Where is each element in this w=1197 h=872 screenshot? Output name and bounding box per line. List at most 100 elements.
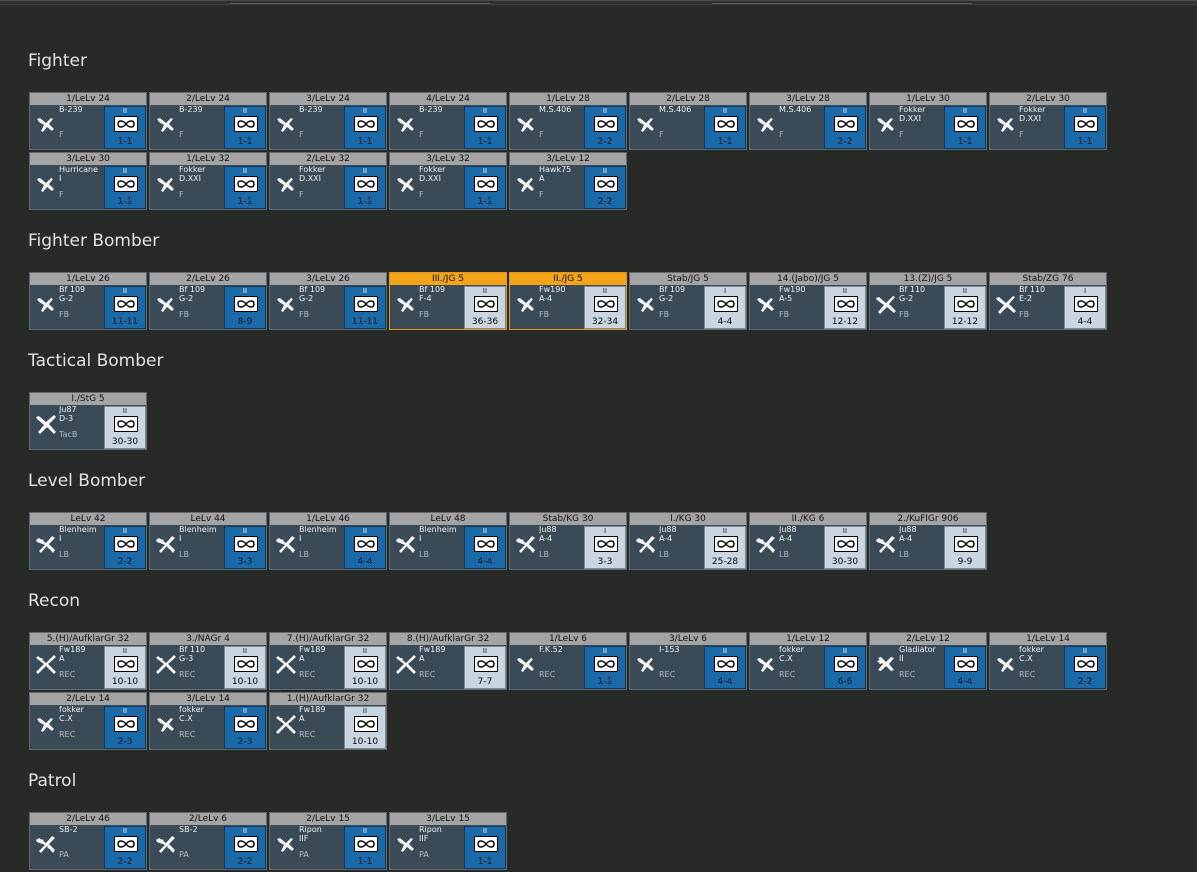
unit-card[interactable]: 14.(Jabo)/JG 5 Fw190 A-5 FB II 12-12 [749,272,867,330]
unit-card[interactable]: 3/LeLv 12 Hawk75 A F II 2-2 [509,152,627,210]
unit-card[interactable]: 5.(H)/AufklarGr 32 Fw189 A REC II 10-10 [29,632,147,690]
unit-card[interactable]: 1/LeLv 28 M.S.406 F II 2-2 [509,92,627,150]
unit-size-marker: II [602,287,608,295]
unit-name: 13.(Z)/JG 5 [870,273,986,285]
air-unit-symbol-icon [354,116,378,132]
unit-card[interactable]: 2/LeLv 6 SB-2 PA II 2-2 [149,812,267,870]
unit-card[interactable]: 2/LeLv 12 Gladiator II REC II 4-4 [869,632,987,690]
unit-card[interactable]: 2/LeLv 28 M.S.406 F II 1-1 [629,92,747,150]
unit-role: PA [299,850,309,859]
unit-card[interactable]: 3/LeLv 24 B-239 F II 1-1 [269,92,387,150]
unit-card[interactable]: 8.(H)/AufklarGr 32 Fw189 A REC II 7-7 [389,632,507,690]
air-unit-symbol-icon [1074,116,1098,132]
unit-card[interactable]: 3/LeLv 26 Bf 109 G-2 FB II 11-11 [269,272,387,330]
unit-strength: 1-1 [957,137,973,147]
unit-card[interactable]: Stab/ZG 76 Bf 110 E-2 FB I 4-4 [989,272,1107,330]
unit-card[interactable]: 1.(H)/AufklarGr 32 Fw189 A REC II 10-10 [269,692,387,750]
air-unit-symbol-icon [834,656,858,672]
fighter-plane-icon [514,112,538,136]
unit-name: Stab/ZG 76 [990,273,1106,285]
unit-card[interactable]: 3./NAGr 4 Bf 110 G-3 REC II 10-10 [149,632,267,690]
unit-card[interactable]: Stab/JG 5 Bf 109 G-2 FB I 4-4 [629,272,747,330]
twin-engine-plane-icon [994,292,1018,316]
unit-counter: II 6-6 [824,646,866,689]
unit-card[interactable]: Stab/KG 30 Ju88 A-4 LB I 3-3 [509,512,627,570]
unit-card[interactable]: 1/LeLv 12 fokker C.X REC II 6-6 [749,632,867,690]
unit-card[interactable]: 2/LeLv 26 Bf 109 G-2 FB II 8-9 [149,272,267,330]
unit-card[interactable]: 1/LeLv 30 Fokker D.XXI F II 1-1 [869,92,987,150]
unit-card[interactable]: LeLv 44 Blenheim I LB II 3-3 [149,512,267,570]
unit-card[interactable]: 7.(H)/AufklarGr 32 Fw189 A REC II 10-10 [269,632,387,690]
unit-card[interactable]: 2/LeLv 30 Fokker D.XXI F II 1-1 [989,92,1107,150]
unit-name: II./JG 5 [510,273,626,285]
section-title: Recon [28,591,81,611]
unit-card[interactable]: 3/LeLv 6 I-153 REC II 4-4 [629,632,747,690]
air-unit-symbol-icon [234,296,258,312]
dive-bomber-icon [34,412,58,436]
unit-card[interactable]: LeLv 48 Blenheim I LB II 4-4 [389,512,507,570]
unit-card[interactable]: 2/LeLv 24 B-239 F II 1-1 [149,92,267,150]
fighter-plane-icon [754,652,778,676]
unit-card[interactable]: I./KG 30 Ju88 A-4 LB II 25-28 [629,512,747,570]
unit-card[interactable]: I./StG 5 Ju87 D-3 TacB II 30-30 [29,392,147,450]
unit-role: FB [659,310,670,319]
air-unit-symbol-icon [354,656,378,672]
air-unit-symbol-icon [594,116,618,132]
unit-card[interactable]: II./KG 6 Ju88 A-4 LB II 30-30 [749,512,867,570]
fighter-plane-icon [274,292,298,316]
unit-strength: 2-2 [597,197,613,207]
twin-engine-plane-icon [874,292,898,316]
unit-role: F [539,190,544,199]
unit-card[interactable]: 1/LeLv 24 B-239 F II 1-1 [29,92,147,150]
fighter-plane-icon [394,292,418,316]
air-units-screen: 1/LeLv 24 B-239 F II 1-1 2/LeLv 24 B-239 F II 1-1… [0,0,1197,872]
unit-card[interactable]: 3/LeLv 30 Hurricane I F II 1-1 [29,152,147,210]
unit-role: F [179,190,184,199]
unit-card[interactable]: 1/LeLv 14 fokker C.X REC II 2-2 [989,632,1107,690]
unit-card[interactable]: 13.(Z)/JG 5 Bf 110 G-2 FB II 12-12 [869,272,987,330]
unit-card[interactable]: 2/LeLv 46 SB-2 PA II 2-2 [29,812,147,870]
unit-card[interactable]: III./JG 5 Bf 109 F-4 FB II 36-36 [389,272,507,330]
unit-card[interactable]: 3/LeLv 32 Fokker D.XXI F II 1-1 [389,152,507,210]
unit-card[interactable]: 2/LeLv 15 Ripon IIF PA II 1-1 [269,812,387,870]
unit-size-marker: II [962,107,968,115]
unit-counter: II 12-12 [824,286,866,329]
unit-name: 2/LeLv 24 [150,93,266,105]
unit-card[interactable]: 4/LeLv 24 B-239 F II 1-1 [389,92,507,150]
unit-size-marker: II [722,107,728,115]
section-title: Level Bomber [28,471,146,491]
unit-size-marker: II [962,287,968,295]
unit-role: F [179,130,184,139]
unit-card[interactable]: 2/LeLv 32 Fokker D.XXI F II 1-1 [269,152,387,210]
unit-card[interactable]: 2/LeLv 14 fokker C.X REC II 2-3 [29,692,147,750]
unit-strength: 1-1 [1077,137,1093,147]
section-title: Tactical Bomber [28,351,164,371]
fighter-plane-icon [154,712,178,736]
air-unit-symbol-icon [594,536,618,552]
air-unit-symbol-icon [234,836,258,852]
unit-size-marker: II [242,107,248,115]
air-unit-symbol-icon [1074,656,1098,672]
section-title: Patrol [28,771,77,791]
unit-name: Stab/JG 5 [630,273,746,285]
bomber-plane-icon [154,532,178,556]
unit-card[interactable]: 3/LeLv 28 M.S.406 F II 2-2 [749,92,867,150]
unit-counter: II 2-2 [584,166,626,209]
unit-card[interactable]: II./JG 5 Fw190 A-4 FB II 32-34 [509,272,627,330]
unit-counter: II 30-30 [824,526,866,569]
unit-card[interactable]: 1/LeLv 32 Fokker D.XXI F II 1-1 [149,152,267,210]
unit-role: FB [899,310,910,319]
unit-card[interactable]: 1/LeLv 46 Blenheim I LB II 4-4 [269,512,387,570]
unit-role: F [59,190,64,199]
unit-card[interactable]: 1/LeLv 6 F.K.52 REC II 1-1 [509,632,627,690]
unit-card[interactable]: 2./KuFlGr 906 Ju88 A-4 LB II 9-9 [869,512,987,570]
unit-name: 3/LeLv 14 [150,693,266,705]
unit-card[interactable]: 3/LeLv 14 fokker C.X REC II 2-3 [149,692,267,750]
unit-card[interactable]: 3/LeLv 15 Ripon IIF PA II 1-1 [389,812,507,870]
unit-name: 1/LeLv 12 [750,633,866,645]
unit-counter: II 11-11 [104,286,146,329]
fighter-plane-icon [994,652,1018,676]
unit-strength: 1-1 [357,197,373,207]
unit-card[interactable]: 1/LeLv 26 Bf 109 G-2 FB II 11-11 [29,272,147,330]
unit-card[interactable]: LeLv 42 Blenheim I LB II 2-2 [29,512,147,570]
